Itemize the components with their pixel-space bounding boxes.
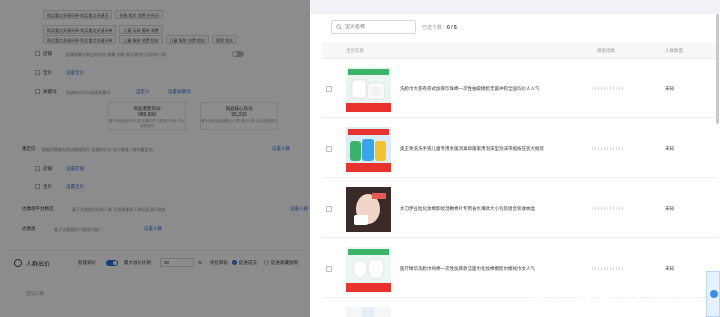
search-input[interactable] <box>345 24 415 30</box>
selected-label: 已选个数： <box>422 25 448 31</box>
row-checkbox[interactable] <box>326 206 332 212</box>
product-image <box>346 67 391 112</box>
table-row[interactable]: 水刀伊豆粒化妆棉卸妆湿敷棉片专用省水薄款大小包装组合装收纳盒 未知 <box>322 181 718 238</box>
item-search-box[interactable] <box>331 20 416 34</box>
row-checkbox[interactable] <box>326 86 332 92</box>
drawer-header <box>310 0 720 14</box>
floating-widget[interactable] <box>706 271 720 317</box>
product-image <box>346 127 391 172</box>
score-bar <box>592 87 624 90</box>
selected-value: 0 / 5 <box>447 25 457 31</box>
product-name: 奥王免洗洗手液儿童专用杀菌消毒抑菌家用泡沫型泡沫带瓶按压装大瓶装 <box>400 146 544 151</box>
row-checkbox[interactable] <box>326 266 332 272</box>
table-row[interactable]: 奥王免洗洗手液儿童专用杀菌消毒抑菌家用泡沫型泡沫带瓶按压装大瓶装 未知 <box>322 121 718 178</box>
crowd-count: 未知 <box>665 266 674 271</box>
score-bar <box>592 207 624 210</box>
crowd-count: 未知 <box>665 86 674 91</box>
col-score: 搜索指数 <box>597 48 615 53</box>
table-header: 宝贝信息 搜索指数 人群数量 <box>322 42 718 59</box>
score-bar <box>592 267 624 270</box>
item-select-drawer: 已选个数：0 / 5 宝贝信息 搜索指数 人群数量 洗脸巾大卷卷卷式加厚珍珠棉一… <box>310 0 720 317</box>
row-checkbox[interactable] <box>326 146 332 152</box>
drawer-scrollbar[interactable] <box>716 14 719 124</box>
crowd-count: 未知 <box>665 206 674 211</box>
search-icon <box>336 24 342 30</box>
product-image <box>346 307 391 317</box>
product-name: 水刀伊豆粒化妆棉卸妆湿敷棉片专用省水薄款大小包装组合装收纳盒 <box>400 206 535 211</box>
product-name: 医疗精华洗脸巾纯棉一次性加厚款洁面巾化妆棉擦脸巾擦拭巾女人气 <box>400 266 535 271</box>
watermark: 知乎 @淘宝人远航 <box>527 282 695 304</box>
crowd-count: 未知 <box>665 146 674 151</box>
table-row[interactable]: 洗脸巾大卷卷卷式加厚珍珠棉一次性抽取擦脸无菌冲刺全国均价人人气 未知 <box>322 61 718 118</box>
selected-count: 已选个数：0 / 5 <box>422 24 457 31</box>
product-image <box>346 187 391 232</box>
col-product: 宝贝信息 <box>346 48 364 53</box>
col-crowd: 人群数量 <box>665 48 683 53</box>
product-name: 洗脸巾大卷卷卷式加厚珍珠棉一次性抽取擦脸无菌冲刺全国均价人人气 <box>400 86 540 91</box>
score-bar <box>592 147 624 150</box>
product-image <box>346 247 391 292</box>
